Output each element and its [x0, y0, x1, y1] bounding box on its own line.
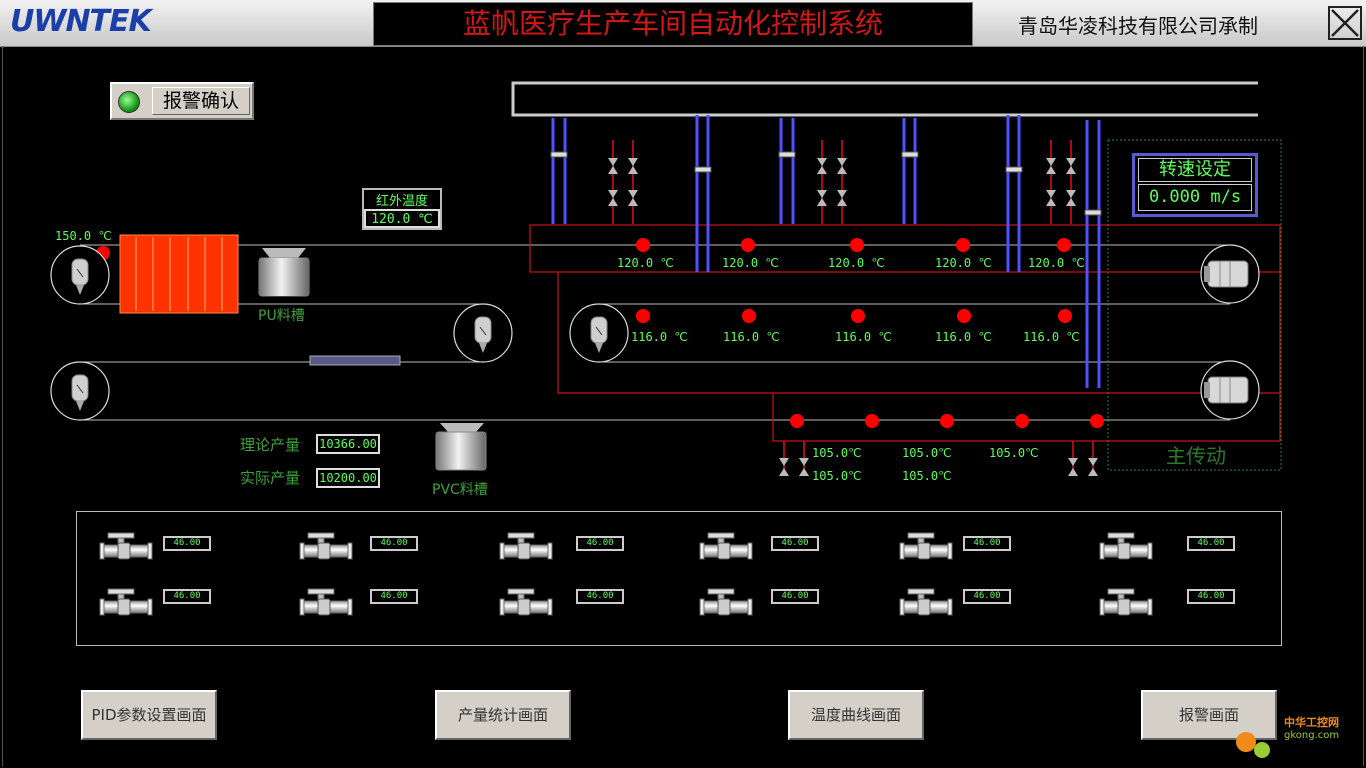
temp-row3-5: 105.0℃	[902, 469, 952, 483]
actual-output-label: 实际产量	[240, 469, 301, 487]
speed-setting-input[interactable]: 0.000 m/s	[1138, 184, 1252, 211]
header-pipe	[511, 81, 1275, 117]
temp-row3-3: 105.0℃	[989, 446, 1039, 460]
main-drive-label: 主传动	[1166, 444, 1226, 468]
theory-output-label: 理论产量	[240, 436, 301, 454]
oven-temp: 150.0 ℃	[55, 229, 112, 243]
alarm-ack-button[interactable]: 报警确认	[152, 87, 250, 115]
watermark-text: 中华工控网	[1284, 716, 1339, 729]
valve-3-value: 46.00	[370, 536, 418, 551]
valve-7-value: 46.00	[771, 536, 819, 551]
temp-curve-button[interactable]: 温度曲线画面	[788, 690, 924, 740]
speed-setting-label: 转速设定	[1138, 158, 1252, 182]
temp-row1-1: 120.0 ℃	[617, 256, 674, 270]
valve-10-value: 46.00	[963, 589, 1011, 604]
pvc-tank-label: PVC料槽	[432, 482, 488, 498]
temp-row2-1: 116.0 ℃	[631, 330, 688, 344]
valve-panel	[76, 511, 1282, 646]
valve-8-value: 46.00	[771, 589, 819, 604]
pu-tank	[258, 248, 310, 297]
valve-4-value: 46.00	[370, 589, 418, 604]
temp-row2-5: 116.0 ℃	[1023, 330, 1080, 344]
valve-11-value: 46.00	[1187, 536, 1235, 551]
watermark-logo: 中华工控网 gkong.com	[1232, 712, 1352, 766]
temp-row2-4: 116.0 ℃	[935, 330, 992, 344]
temp-row1-5: 120.0 ℃	[1028, 256, 1085, 270]
pvc-tank	[435, 423, 487, 471]
actual-output-value: 10200.00	[316, 468, 380, 488]
valve-2-value: 46.00	[163, 589, 211, 604]
temp-row3-4: 105.0℃	[812, 469, 862, 483]
infrared-temp-label: 红外温度	[375, 194, 428, 209]
transfer-bar	[309, 355, 401, 366]
valve-9-value: 46.00	[963, 536, 1011, 551]
pu-tank-label: PU料槽	[258, 308, 305, 324]
gear-icon	[1236, 732, 1256, 752]
motor-icons	[1204, 260, 1249, 404]
valve-1-value: 46.00	[163, 536, 211, 551]
blue-pipes	[551, 115, 1101, 388]
temp-row3-1: 105.0℃	[812, 446, 862, 460]
oven-heater	[119, 234, 239, 314]
temp-row1-4: 120.0 ℃	[935, 256, 992, 270]
alarm-status-led	[118, 91, 140, 113]
output-stats-button[interactable]: 产量统计画面	[435, 690, 571, 740]
temp-row1-2: 120.0 ℃	[722, 256, 779, 270]
header-pipe-cut	[1258, 80, 1278, 118]
watermark-url: gkong.com	[1284, 730, 1340, 741]
valve-6-value: 46.00	[576, 589, 624, 604]
pid-settings-button[interactable]: PID参数设置画面	[81, 690, 217, 740]
temp-row1-3: 120.0 ℃	[828, 256, 885, 270]
theory-output-value: 10366.00	[316, 434, 380, 454]
temp-row2-3: 116.0 ℃	[835, 330, 892, 344]
temp-row2-2: 116.0 ℃	[723, 330, 780, 344]
valve-5-value: 46.00	[576, 536, 624, 551]
infrared-temp-value: 120.0 ℃	[364, 209, 440, 228]
valve-12-value: 46.00	[1187, 589, 1235, 604]
temp-row3-2: 105.0℃	[902, 446, 952, 460]
